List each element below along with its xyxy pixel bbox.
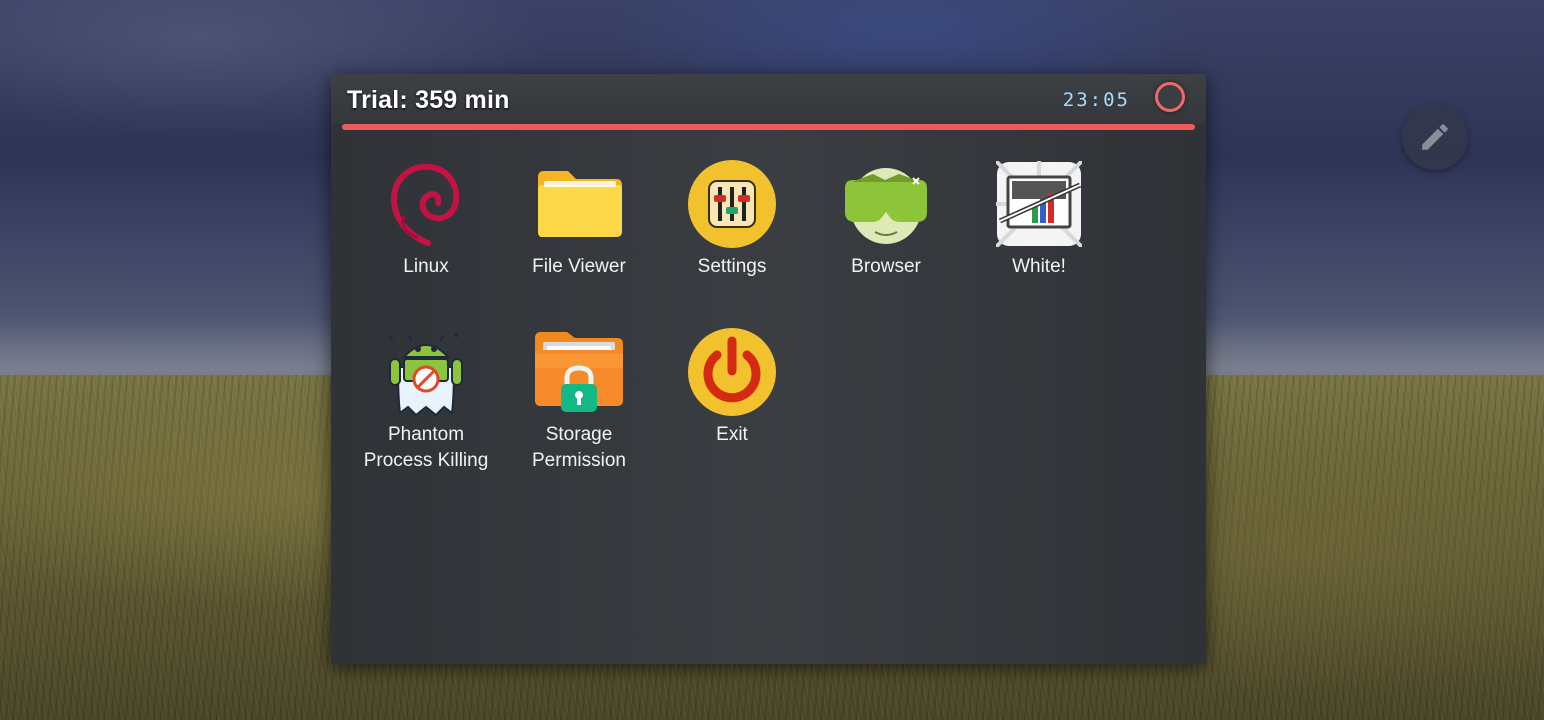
app-label-line: Storage (545, 424, 613, 445)
app-label: Linux (403, 256, 449, 277)
app-white[interactable]: White! (964, 158, 1114, 280)
clock: 23:05 (1062, 89, 1130, 111)
power-icon (686, 326, 778, 418)
app-linux[interactable]: Linux (351, 158, 501, 280)
close-button[interactable] (1155, 82, 1185, 112)
launcher-window: Trial: 359 min 23:05 Linux File Viewer S… (331, 74, 1206, 664)
android-ghost-icon: ✦ ✦ (380, 326, 472, 418)
desktop: Trial: 359 min 23:05 Linux File Viewer S… (0, 0, 1544, 720)
app-label-line: Permission (532, 450, 626, 471)
window-title: Trial: 359 min (347, 86, 510, 114)
vr-goggles-browser-icon (840, 158, 932, 250)
app-storage-permission[interactable]: Storage Permission (504, 326, 654, 474)
app-settings[interactable]: Settings (657, 158, 807, 280)
app-exit[interactable]: Exit (657, 326, 807, 448)
svg-text:✦: ✦ (452, 331, 460, 342)
app-file-viewer[interactable]: File Viewer (504, 158, 654, 280)
app-label: Settings (697, 256, 767, 277)
app-phantom-process-killing[interactable]: ✦ ✦ Phantom Process Killing (351, 326, 501, 474)
svg-text:✦: ✦ (388, 334, 395, 343)
app-label: Storage Permission (532, 422, 626, 474)
equalizer-settings-icon (686, 158, 778, 250)
title-bar: Trial: 359 min 23:05 (331, 74, 1206, 124)
app-label-line: Process Killing (363, 450, 489, 471)
debian-swirl-icon (380, 158, 472, 250)
app-label: File Viewer (532, 256, 626, 277)
trial-progress-fill (342, 124, 1195, 130)
locked-folder-icon (533, 326, 625, 418)
folder-icon (533, 158, 625, 250)
app-label: White! (1012, 256, 1066, 277)
edit-button[interactable] (1402, 104, 1468, 170)
pencil-icon (1422, 124, 1448, 150)
trial-progress-bar (342, 124, 1195, 130)
app-label: Browser (851, 256, 921, 277)
app-label-line: Phantom (387, 424, 465, 445)
white-chart-icon (993, 158, 1085, 250)
app-browser[interactable]: Browser (811, 158, 961, 280)
app-label: Exit (716, 424, 748, 445)
app-label: Phantom Process Killing (364, 422, 489, 474)
